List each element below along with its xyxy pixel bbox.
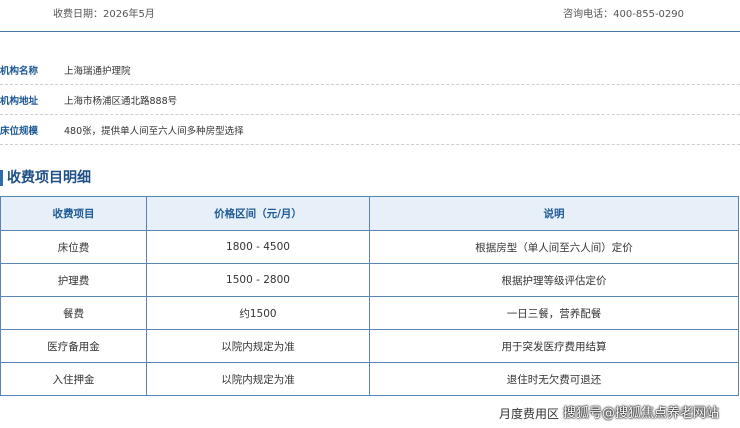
footer-text: 月度费用区 (499, 407, 560, 421)
table-row: 护理费 1500 - 2800 根据护理等级评估定价 (0, 263, 739, 297)
table-cell: 餐费 (0, 296, 147, 330)
consult-phone: 咨询电话：400-855-0290 (563, 9, 684, 20)
table-cell: 退住时无欠费可退还 (369, 362, 739, 396)
section-title: 收费项目明细 (0, 170, 91, 186)
info-row-name: 机构名称 上海瑞通护理院 (0, 55, 740, 85)
table-cell: 1800 - 4500 (146, 230, 370, 264)
table-cell: 根据房型（单人间至六人间）定价 (369, 230, 739, 264)
table-cell: 约1500 (146, 296, 370, 330)
table-cell: 一日三餐，营养配餐 (369, 296, 739, 330)
info-row-address: 机构地址 上海市杨浦区通北路888号 (0, 85, 740, 115)
column-header: 价格区间（元/月） (146, 196, 370, 231)
table-row: 餐费 约1500 一日三餐，营养配餐 (0, 296, 739, 330)
fee-table: 收费项目 价格区间（元/月） 说明 床位费 1800 - 4500 根据房型（单… (0, 196, 739, 396)
info-value: 480张，提供单人间至六人间多种房型选择 (64, 126, 244, 137)
fee-date: 收费日期：2026年5月 (53, 9, 155, 20)
header-divider (0, 31, 740, 32)
table-cell: 1500 - 2800 (146, 263, 370, 297)
table-cell: 以院内规定为准 (146, 329, 370, 363)
info-value: 上海瑞通护理院 (64, 66, 131, 77)
info-row-beds: 床位规模 480张，提供单人间至六人间多种房型选择 (0, 115, 740, 145)
table-cell: 床位费 (0, 230, 147, 264)
table-cell: 医疗备用金 (0, 329, 147, 363)
table-row: 入住押金 以院内规定为准 退住时无欠费可退还 (0, 362, 739, 396)
info-label: 机构名称 (0, 66, 39, 77)
info-label: 机构地址 (0, 96, 39, 107)
column-header: 说明 (369, 196, 739, 231)
table-header-row: 收费项目 价格区间（元/月） 说明 (0, 196, 739, 231)
column-header: 收费项目 (0, 196, 147, 231)
table-cell: 用于突发医疗费用结算 (369, 329, 739, 363)
table-cell: 护理费 (0, 263, 147, 297)
table-row: 床位费 1800 - 4500 根据房型（单人间至六人间）定价 (0, 230, 739, 264)
table-row: 医疗备用金 以院内规定为准 用于突发医疗费用结算 (0, 329, 739, 363)
table-cell: 以院内规定为准 (146, 362, 370, 396)
info-value: 上海市杨浦区通北路888号 (64, 96, 178, 107)
table-cell: 入住押金 (0, 362, 147, 396)
table-cell: 根据护理等级评估定价 (369, 263, 739, 297)
watermark: 搜狐号@搜狐焦点养老网站 (563, 406, 720, 421)
info-label: 床位规模 (0, 126, 39, 137)
